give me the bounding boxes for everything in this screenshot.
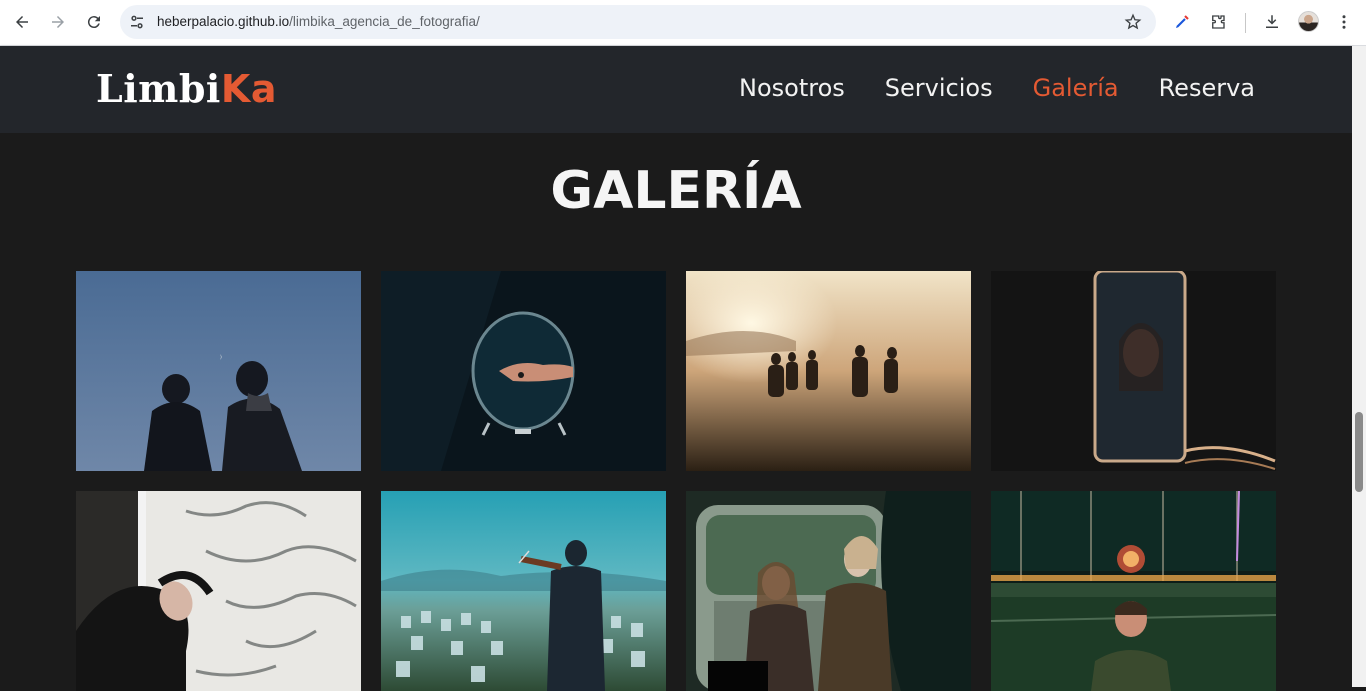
nav-galeria[interactable]: Galería [1033,74,1119,102]
arrow-right-icon [52,16,64,28]
menu-kebab-icon[interactable] [1333,11,1355,33]
gallery-photo-8[interactable] [991,491,1276,691]
site-settings-icon[interactable] [128,13,146,31]
photo-woman-train-window [991,271,1276,471]
main-nav: Nosotros Servicios Galería Reserva [739,74,1255,102]
reload-icon [87,16,100,29]
photo-woman-fireworks-night [991,491,1276,691]
logo-part-1: Limbi [96,66,221,111]
pen-extension-icon[interactable] [1171,11,1193,33]
download-icon[interactable] [1261,11,1283,33]
logo-part-2: Ka [220,67,277,111]
nav-reserva[interactable]: Reserva [1159,74,1255,102]
url-text[interactable]: heberpalacio.github.io/limbika_agencia_d… [157,14,480,29]
nav-servicios[interactable]: Servicios [885,74,993,102]
gallery-photo-3[interactable] [686,271,971,471]
photo-two-women-by-car [686,491,971,691]
site-logo[interactable]: LimbiKa [96,66,277,111]
arrow-left-icon [16,16,28,28]
browser-toolbar: heberpalacio.github.io/limbika_agencia_d… [0,0,1366,46]
photo-hand-in-mirror [381,271,666,471]
bookmark-star-icon[interactable] [1124,13,1142,31]
gallery-photo-7[interactable] [686,491,971,691]
nav-nosotros[interactable]: Nosotros [739,74,845,102]
gallery-photo-6[interactable] [381,491,666,691]
toolbar-divider [1245,13,1246,33]
back-button[interactable] [9,9,35,35]
profile-avatar[interactable] [1298,11,1319,32]
gallery-photo-2[interactable] [381,271,666,471]
gallery-photo-5[interactable] [76,491,361,691]
url-host: heberpalacio.github.io [157,14,290,29]
photo-woman-lying-on-foam [76,491,361,691]
photo-violinist-field-of-chairs [381,491,666,691]
forward-button[interactable] [45,9,71,35]
gallery-section: GALERÍA [0,133,1352,691]
extensions-puzzle-icon[interactable] [1207,11,1229,33]
gallery-title: GALERÍA [550,161,802,221]
photo-people-in-foggy-sunset [686,271,971,471]
scrollbar-thumb[interactable] [1355,412,1363,492]
address-bar[interactable]: heberpalacio.github.io/limbika_agencia_d… [120,5,1156,39]
reload-button[interactable] [81,9,107,35]
gallery-photo-4[interactable] [991,271,1276,471]
page-scrollbar[interactable] [1352,46,1366,687]
photo-two-women-night-sky-moon [76,271,361,471]
gallery-photo-1[interactable] [76,271,361,471]
url-path: /limbika_agencia_de_fotografia/ [289,14,480,29]
site-header: LimbiKa Nosotros Servicios Galería Reser… [0,46,1352,133]
